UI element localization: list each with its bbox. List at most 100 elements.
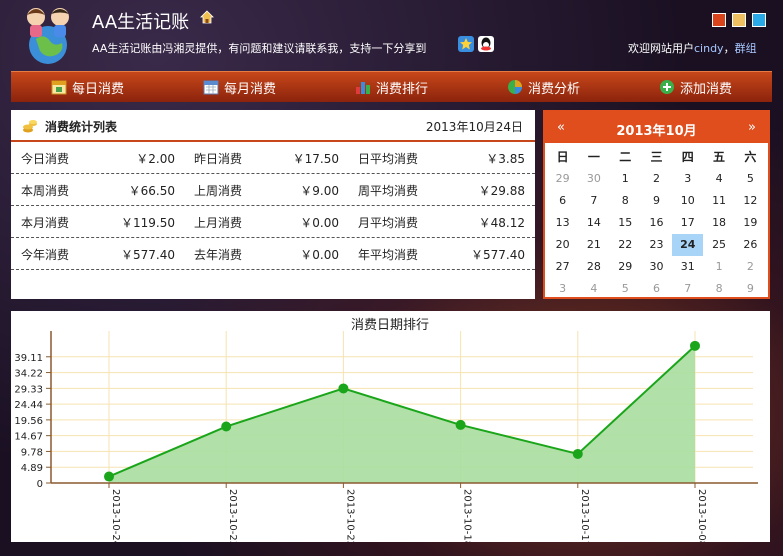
y-tick-label: 34.22 <box>14 369 43 380</box>
calendar-next-button[interactable]: » <box>748 120 756 135</box>
calendar-day[interactable]: 5 <box>735 168 766 190</box>
calendar-day[interactable]: 28 <box>578 256 609 278</box>
data-point <box>104 471 114 482</box>
calendar-day[interactable]: 11 <box>703 190 734 212</box>
calendar-day[interactable]: 7 <box>672 278 703 300</box>
calendar-day[interactable]: 2 <box>641 168 672 190</box>
group-link[interactable]: 群组 <box>735 42 757 55</box>
calendar-day[interactable]: 29 <box>610 256 641 278</box>
stat-value: ￥66.50 <box>128 184 175 198</box>
theme-yellow-button[interactable] <box>732 13 746 27</box>
calendar-day[interactable]: 30 <box>578 168 609 190</box>
data-point <box>455 419 466 430</box>
calendar-day[interactable]: 1 <box>703 256 734 278</box>
calendar-day[interactable]: 8 <box>703 278 734 300</box>
nav-daily[interactable]: 每日消费 <box>51 72 124 102</box>
data-point <box>221 421 232 432</box>
calendar-day[interactable]: 4 <box>578 278 609 300</box>
calendar-day[interactable]: 21 <box>578 234 609 256</box>
nav-label: 消费分析 <box>528 81 581 97</box>
calendar-day[interactable]: 7 <box>578 190 609 212</box>
y-tick-label: 9.78 <box>21 447 43 458</box>
stats-row: 今日消费 ￥2.00 昨日消费 ￥17.50 日平均消费 ￥3.85 <box>11 142 535 174</box>
calendar-day[interactable]: 5 <box>610 278 641 300</box>
nav-label: 消费排行 <box>376 81 429 97</box>
calendar-day[interactable]: 30 <box>641 256 672 278</box>
nav-analysis[interactable]: 消费分析 <box>507 72 580 102</box>
calendar-day[interactable]: 9 <box>641 190 672 212</box>
calendar-day[interactable]: 9 <box>735 278 766 300</box>
stat-value: ￥0.00 <box>300 216 339 230</box>
x-tick-label: 2013-10-18 <box>462 489 473 542</box>
nav-ranking[interactable]: 消费排行 <box>355 72 428 102</box>
stat-label: 今年消费 <box>21 248 70 262</box>
calendar-day[interactable]: 3 <box>672 168 703 190</box>
calendar-day[interactable]: 13 <box>547 212 578 234</box>
calendar-day[interactable]: 18 <box>703 212 734 234</box>
calendar-day[interactable]: 25 <box>703 234 734 256</box>
data-point <box>690 340 700 351</box>
stats-panel: 消费统计列表 2013年10月24日 今日消费 ￥2.00 昨日消费 ￥17.50 日平… <box>11 110 535 299</box>
calendar-day[interactable]: 12 <box>735 190 766 212</box>
nav-add[interactable]: 添加消费 <box>659 72 732 102</box>
stat-label: 日平均消费 <box>358 152 419 166</box>
calendar-day[interactable]: 20 <box>547 234 578 256</box>
calendar-day[interactable]: 19 <box>735 212 766 234</box>
stat-value: ￥29.88 <box>478 184 525 198</box>
calendar-day[interactable]: 31 <box>672 256 703 278</box>
home-icon[interactable] <box>200 10 214 24</box>
plus-circle-icon <box>660 80 674 94</box>
x-tick-label: 2013-10-23 <box>227 489 238 542</box>
share-qq-icon[interactable] <box>478 36 494 52</box>
share-qzone-icon[interactable] <box>458 36 474 52</box>
stat-label: 本周消费 <box>21 184 70 198</box>
username-link[interactable]: cindy <box>694 42 724 55</box>
weekday-header: 一 <box>587 150 600 164</box>
calendar-day[interactable]: 3 <box>547 278 578 300</box>
nav-monthly[interactable]: 每月消费 <box>203 72 276 102</box>
stat-label: 年平均消费 <box>358 248 419 262</box>
y-tick-label: 39.11 <box>14 353 43 364</box>
stat-value: ￥48.12 <box>478 216 525 230</box>
theme-red-button[interactable] <box>712 13 726 27</box>
calendar-day[interactable]: 26 <box>735 234 766 256</box>
stats-date: 2013年10月24日 <box>425 120 523 134</box>
stat-value: ￥2.00 <box>136 152 175 166</box>
calendar-day[interactable]: 4 <box>703 168 734 190</box>
calendar-day[interactable]: 17 <box>672 212 703 234</box>
logo-kids-globe-icon <box>27 8 69 64</box>
weekday-header: 五 <box>713 150 726 164</box>
calendar-header: « 2013年10月 » <box>545 112 768 143</box>
calendar-day[interactable]: 6 <box>641 278 672 300</box>
stat-label: 上月消费 <box>194 216 243 230</box>
theme-blue-button[interactable] <box>752 13 766 27</box>
calendar-day[interactable]: 8 <box>610 190 641 212</box>
data-point <box>338 383 349 394</box>
calendar-day[interactable]: 1 <box>610 168 641 190</box>
stat-label: 去年消费 <box>194 248 243 262</box>
bar-chart-icon <box>356 82 370 94</box>
nav-label: 每日消费 <box>72 81 125 97</box>
calendar-day[interactable]: 10 <box>672 190 703 212</box>
stat-value: ￥577.40 <box>121 248 175 262</box>
coins-icon <box>23 120 37 133</box>
spending-area-chart: 消费日期排行 0 4.89 9.78 14.67 19.56 24.44 29.33 34.22… <box>14 318 758 547</box>
calendar-day[interactable]: 16 <box>641 212 672 234</box>
weekday-header: 三 <box>650 150 663 164</box>
weekday-header: 二 <box>619 150 632 164</box>
share-icons <box>458 36 494 52</box>
header-description: AA生活记账由冯湘灵提供，有问题和建议请联系我，支持一下分享到 <box>92 42 427 55</box>
calendar-day[interactable]: 27 <box>547 256 578 278</box>
calendar-day[interactable]: 6 <box>547 190 578 212</box>
calendar-day[interactable]: 15 <box>610 212 641 234</box>
y-tick-label: 24.44 <box>14 400 43 411</box>
calendar-day[interactable]: 22 <box>610 234 641 256</box>
calendar-day[interactable]: 23 <box>641 234 672 256</box>
weekday-header: 日 <box>556 150 569 164</box>
welcome-prefix: 欢迎网站用户 <box>628 42 694 55</box>
calendar-day[interactable]: 14 <box>578 212 609 234</box>
calendar-day[interactable]: 29 <box>547 168 578 190</box>
calendar-day[interactable]: 2 <box>735 256 766 278</box>
stat-label: 昨日消费 <box>194 152 243 166</box>
calendar-day-today[interactable]: 24 <box>672 234 704 256</box>
